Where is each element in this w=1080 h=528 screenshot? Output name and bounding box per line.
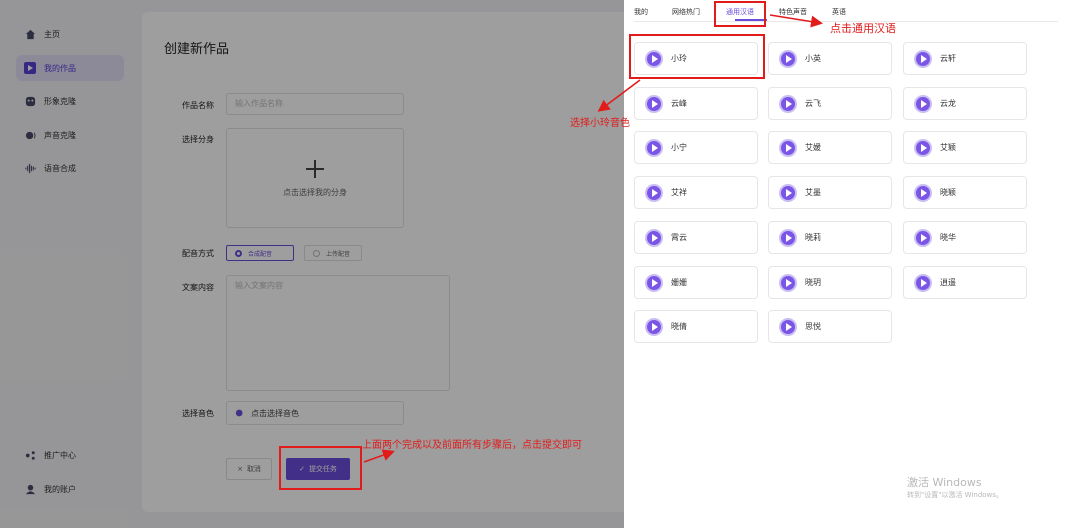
arrow-to-tab-label [769, 14, 823, 28]
annotation-select-voice: 选择小玲音色 [570, 118, 630, 129]
annotation-click-tab: 点击通用汉语 [830, 22, 896, 35]
annotation-submit-hint: 上面两个完成以及前面所有步骤后，点击提交即可 [362, 440, 582, 451]
arrow-to-voice-label [597, 79, 641, 112]
arrow-to-submit-label [363, 449, 395, 463]
